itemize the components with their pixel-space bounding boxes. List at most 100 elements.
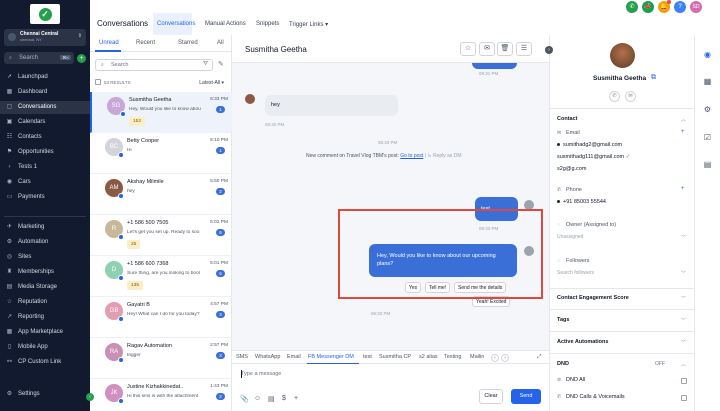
dnd-all-checkbox[interactable]: [681, 378, 687, 384]
add-email-icon[interactable]: +: [681, 129, 685, 135]
filter-icon[interactable]: ⛛: [203, 61, 208, 68]
star-icon[interactable]: ☆: [460, 42, 476, 56]
collapse-sidebar-icon[interactable]: ‹: [86, 393, 94, 401]
channel-test[interactable]: test: [363, 354, 372, 360]
sidebar-item-calendars[interactable]: ▣ Calendars: [0, 116, 90, 129]
tab-starred[interactable]: Starred: [178, 40, 198, 46]
section-contact[interactable]: Contact: [557, 116, 577, 122]
composer[interactable]: Type a message 📎 ☺ ▤ $ + Clear Send: [232, 364, 549, 411]
message-input[interactable]: Type a message: [241, 371, 281, 377]
mail-icon[interactable]: ✉: [479, 42, 495, 56]
sidebar-item-payments[interactable]: ▭ Payments: [0, 191, 90, 204]
clear-button[interactable]: Clear: [479, 389, 503, 404]
message-icon[interactable]: ✉: [625, 91, 636, 102]
owner-select[interactable]: Unassigned: [557, 234, 583, 240]
tab-snippets[interactable]: Snippets: [256, 21, 279, 27]
tab-unread[interactable]: Unread: [99, 40, 119, 46]
section-engagement[interactable]: Contact Engagement Score: [557, 295, 629, 301]
phone-value[interactable]: +91 85003 55544: [557, 199, 606, 205]
chevron-down-icon[interactable]: ﹀: [681, 234, 686, 241]
emoji-icon[interactable]: ☺: [254, 395, 261, 402]
sidebar-item-cars[interactable]: ◉ Cars: [0, 176, 90, 189]
dnd-state[interactable]: OFF: [655, 361, 665, 367]
quick-reply-send-details[interactable]: Send me the details: [454, 282, 507, 293]
conversation-item[interactable]: JK Justine Kizhakkinedat.. Hi this sms is …: [90, 379, 232, 411]
phone-icon[interactable]: ✆: [626, 1, 638, 13]
calendar-icon[interactable]: ▦: [701, 75, 714, 88]
attachment-icon[interactable]: 📎: [240, 395, 249, 403]
help-icon[interactable]: ?: [674, 1, 686, 13]
email-value[interactable]: susmithadg111@gmail.com ✓: [557, 154, 630, 160]
email-value[interactable]: sumithadg2@gmail.com: [557, 142, 622, 148]
go-to-post-link[interactable]: Go to post: [400, 153, 423, 159]
sidebar-item-settings[interactable]: ⚙ Settings: [0, 388, 90, 401]
conversation-item[interactable]: D +1 586 600 7368 Sure thing, are you look…: [90, 256, 232, 297]
chevron-right-icon[interactable]: ›: [501, 354, 509, 362]
sidebar-item-contacts[interactable]: ☷ Contacts: [0, 131, 90, 144]
conversation-item[interactable]: R +1 586 500 7505 Let's get you set up. Re…: [90, 215, 232, 256]
sidebar-item-dashboard[interactable]: ▦ Dashboard: [0, 86, 90, 99]
followers-select[interactable]: Search followers: [557, 270, 594, 276]
conversation-search-input[interactable]: ⌕ Search: [95, 59, 213, 71]
tab-all[interactable]: All: [217, 40, 224, 46]
task-check-icon[interactable]: ☑: [701, 131, 714, 144]
notes-icon[interactable]: ▤: [701, 158, 714, 171]
integration-icon[interactable]: ⚙: [701, 103, 714, 116]
call-icon[interactable]: ✆: [609, 91, 620, 102]
channel-susmitha-cp[interactable]: Susmitha CP: [379, 354, 411, 360]
expand-icon[interactable]: ⤢: [537, 354, 541, 361]
dnd-calls-checkbox[interactable]: [681, 395, 687, 401]
sidebar-item-media-storage[interactable]: ▤ Media Storage: [0, 281, 90, 294]
chevron-down-icon[interactable]: ﹀: [681, 317, 686, 324]
sort-dropdown[interactable]: Latest-All ▾: [199, 80, 224, 86]
sidebar-item-reporting[interactable]: ↗ Reporting: [0, 311, 90, 324]
compose-icon[interactable]: ✎: [218, 60, 224, 68]
template-icon[interactable]: ▤: [268, 395, 275, 403]
section-dnd[interactable]: DND: [557, 361, 569, 367]
add-phone-icon[interactable]: +: [681, 186, 685, 192]
chevron-down-icon[interactable]: ﹀: [681, 270, 686, 277]
sidebar-item-reputation[interactable]: ☆ Reputation: [0, 296, 90, 309]
sidebar-item-opportunities[interactable]: ⚑ Opportunities: [0, 146, 90, 159]
chevron-right-icon[interactable]: ›: [545, 46, 553, 54]
tab-manual-actions[interactable]: Manual Actions: [205, 21, 246, 27]
sidebar-item-sites[interactable]: ◎ Sites: [0, 251, 90, 264]
trash-icon[interactable]: 🗑: [497, 42, 513, 56]
tab-recent[interactable]: Recent: [136, 40, 155, 46]
sidebar-item-conversations[interactable]: ▢ Conversations: [0, 101, 90, 114]
sidebar-item-marketing[interactable]: ✈ Marketing: [0, 221, 90, 234]
megaphone-icon[interactable]: 📣: [642, 1, 654, 13]
conversation-item[interactable]: BC Betty Cooper Hi 6:10 PM 1: [90, 133, 232, 174]
sidebar-item-mobile-app[interactable]: ▯ Mobile App: [0, 341, 90, 354]
quick-reply-tell-me[interactable]: Tell me!: [425, 282, 451, 293]
select-all-checkbox[interactable]: [95, 79, 101, 85]
conversation-item[interactable]: RA Ragav Automation trigger 2:57 PM 3: [90, 338, 232, 379]
chevron-up-icon[interactable]: ︿: [681, 116, 686, 123]
channel-sms[interactable]: SMS: [236, 354, 248, 360]
channel-s2-alias[interactable]: s2 alias: [419, 354, 438, 360]
sidebar-search[interactable]: ⌕ Search ⌘K: [4, 52, 74, 64]
chevron-left-icon[interactable]: ‹: [491, 354, 499, 362]
channel-fb-messenger[interactable]: FB Messenger DM: [308, 354, 354, 360]
external-link-icon[interactable]: ⧉: [651, 74, 656, 82]
send-button[interactable]: Send: [511, 389, 541, 404]
chevron-up-icon[interactable]: ︿: [681, 361, 686, 368]
tab-trigger-links[interactable]: Trigger Links ▾: [289, 21, 328, 28]
add-icon[interactable]: +: [294, 395, 298, 402]
brand-logo[interactable]: ✓: [30, 4, 60, 24]
channel-whatsapp[interactable]: WhatsApp: [255, 354, 280, 360]
filter-lines-icon[interactable]: ☰: [516, 42, 532, 56]
email-value[interactable]: s2g@g.com: [557, 166, 586, 172]
sidebar-item-automation[interactable]: ⚙ Automation: [0, 236, 90, 249]
conversation-item[interactable]: GB Gayatri B Hey! What can I do for you to…: [90, 297, 232, 338]
channel-mailin[interactable]: Mailin: [470, 354, 484, 360]
sidebar-item-memberships[interactable]: ♜ Memberships: [0, 266, 90, 279]
user-circle-icon[interactable]: ◉: [701, 48, 714, 61]
conversation-item[interactable]: AM Akshay Milmile hey 5:50 PM 2: [90, 174, 232, 215]
reply-as-dm[interactable]: | ↳ Reply as DM: [425, 153, 462, 159]
sidebar-item-launchpad[interactable]: ➚ Launchpad: [0, 71, 90, 84]
chevron-down-icon[interactable]: ﹀: [681, 339, 686, 346]
quick-add-button[interactable]: +: [77, 54, 86, 63]
sidebar-item-tests-1[interactable]: › Tests 1: [0, 161, 90, 174]
channel-email[interactable]: Email: [287, 354, 301, 360]
